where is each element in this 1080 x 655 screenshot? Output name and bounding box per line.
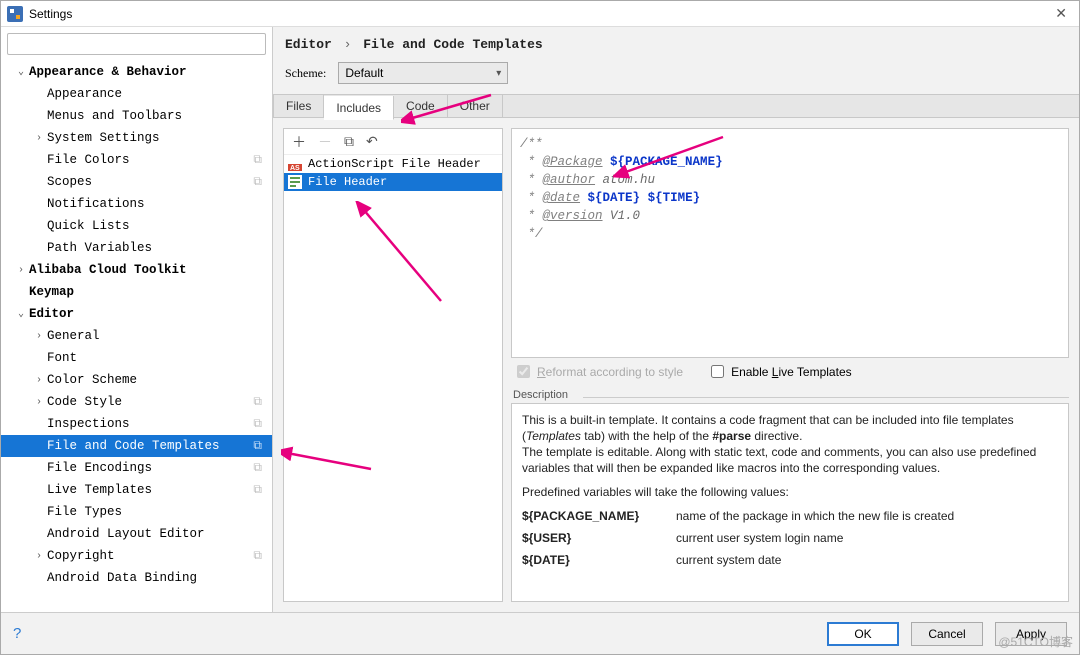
template-list[interactable]: ASActionScript File HeaderFile Header — [284, 155, 502, 601]
variable-row: ${PACKAGE_NAME}name of the package in wh… — [522, 508, 1058, 524]
tree-item[interactable]: Android Layout Editor — [1, 523, 272, 545]
template-item[interactable]: File Header — [284, 173, 502, 191]
tree-item[interactable]: Inspections⧉ — [1, 413, 272, 435]
project-scope-icon: ⧉ — [253, 439, 268, 453]
template-toolbar: ＋ － ⧉ ↶ — [284, 129, 502, 155]
tree-item[interactable]: ›System Settings — [1, 127, 272, 149]
breadcrumb-root: Editor — [285, 37, 332, 52]
file-icon — [288, 175, 302, 189]
revert-icon[interactable]: ↶ — [366, 133, 378, 150]
project-scope-icon: ⧉ — [253, 395, 268, 409]
add-icon[interactable]: ＋ — [292, 132, 306, 152]
close-icon[interactable]: ✕ — [1049, 5, 1073, 22]
tree-item[interactable]: File Types — [1, 501, 272, 523]
tree-item[interactable]: Notifications — [1, 193, 272, 215]
tree-item[interactable]: Keymap — [1, 281, 272, 303]
tree-item[interactable]: Quick Lists — [1, 215, 272, 237]
tree-item[interactable]: Path Variables — [1, 237, 272, 259]
tree-item[interactable]: ›Code Style⧉ — [1, 391, 272, 413]
tab-code[interactable]: Code — [394, 95, 448, 117]
tree-item[interactable]: ›Color Scheme — [1, 369, 272, 391]
template-list-panel: ＋ － ⧉ ↶ ASActionScript File HeaderFile H… — [283, 128, 503, 602]
project-scope-icon: ⧉ — [253, 483, 268, 497]
enable-live-templates-checkbox[interactable]: Enable Live Templates — [707, 362, 852, 381]
tree-item[interactable]: Android Data Binding — [1, 567, 272, 589]
tree-item[interactable]: ›Copyright⧉ — [1, 545, 272, 567]
tree-item[interactable]: Appearance — [1, 83, 272, 105]
settings-tree[interactable]: ⌄Appearance & BehaviorAppearanceMenus an… — [1, 61, 272, 612]
template-item[interactable]: ASActionScript File Header — [284, 155, 502, 173]
chevron-down-icon: ▾ — [496, 68, 501, 79]
tree-item[interactable]: File Encodings⧉ — [1, 457, 272, 479]
tree-item[interactable]: ›General — [1, 325, 272, 347]
settings-main: Editor › File and Code Templates Scheme:… — [273, 27, 1079, 612]
tree-item[interactable]: Scopes⧉ — [1, 171, 272, 193]
breadcrumb: Editor › File and Code Templates — [273, 27, 1079, 56]
tree-item[interactable]: ⌄Editor — [1, 303, 272, 325]
tree-item[interactable]: Live Templates⧉ — [1, 479, 272, 501]
scheme-label: Scheme: — [285, 66, 326, 81]
scheme-select[interactable]: Default ▾ — [338, 62, 508, 84]
settings-sidebar: 🔍 ⌄Appearance & BehaviorAppearanceMenus … — [1, 27, 273, 612]
tree-item[interactable]: Menus and Toolbars — [1, 105, 272, 127]
reformat-checkbox[interactable]: RReformat according to styleeformat acco… — [513, 362, 683, 381]
variable-row: ${USER}current user system login name — [522, 530, 1058, 546]
remove-icon[interactable]: － — [318, 132, 332, 152]
file-icon: AS — [288, 157, 302, 171]
copy-icon[interactable]: ⧉ — [344, 133, 354, 150]
apply-button[interactable]: Apply — [995, 622, 1067, 646]
ok-button[interactable]: OK — [827, 622, 899, 646]
breadcrumb-sep: › — [340, 37, 356, 52]
dialog-footer: ? OK Cancel Apply — [1, 612, 1079, 654]
tab-other[interactable]: Other — [448, 95, 503, 117]
variable-row: ${DATE}current system date — [522, 552, 1058, 568]
template-tabs: FilesIncludesCodeOther — [273, 94, 1079, 118]
window-title: Settings — [29, 7, 72, 21]
svg-text:AS: AS — [290, 165, 300, 171]
project-scope-icon: ⧉ — [253, 417, 268, 431]
settings-window: Settings ✕ 🔍 ⌄Appearance & BehaviorAppea… — [0, 0, 1080, 655]
tab-files[interactable]: Files — [273, 95, 324, 117]
tree-item[interactable]: ⌄Appearance & Behavior — [1, 61, 272, 83]
tree-item[interactable]: File and Code Templates⧉ — [1, 435, 272, 457]
breadcrumb-leaf: File and Code Templates — [363, 37, 542, 52]
scheme-value: Default — [345, 66, 383, 80]
project-scope-icon: ⧉ — [253, 461, 268, 475]
project-scope-icon: ⧉ — [253, 175, 268, 189]
tree-item[interactable]: ›Alibaba Cloud Toolkit — [1, 259, 272, 281]
description-panel: This is a built-in template. It contains… — [511, 403, 1069, 602]
help-icon[interactable]: ? — [13, 625, 21, 642]
tree-item[interactable]: Font — [1, 347, 272, 369]
project-scope-icon: ⧉ — [253, 549, 268, 563]
app-icon — [7, 6, 23, 22]
template-editor[interactable]: /** * @Package ${PACKAGE_NAME} * @author… — [511, 128, 1069, 358]
description-title: Description — [511, 389, 1069, 403]
titlebar: Settings ✕ — [1, 1, 1079, 27]
search-input[interactable] — [7, 33, 266, 55]
tab-includes[interactable]: Includes — [324, 96, 394, 120]
cancel-button[interactable]: Cancel — [911, 622, 983, 646]
project-scope-icon: ⧉ — [253, 153, 268, 167]
tree-item[interactable]: File Colors⧉ — [1, 149, 272, 171]
